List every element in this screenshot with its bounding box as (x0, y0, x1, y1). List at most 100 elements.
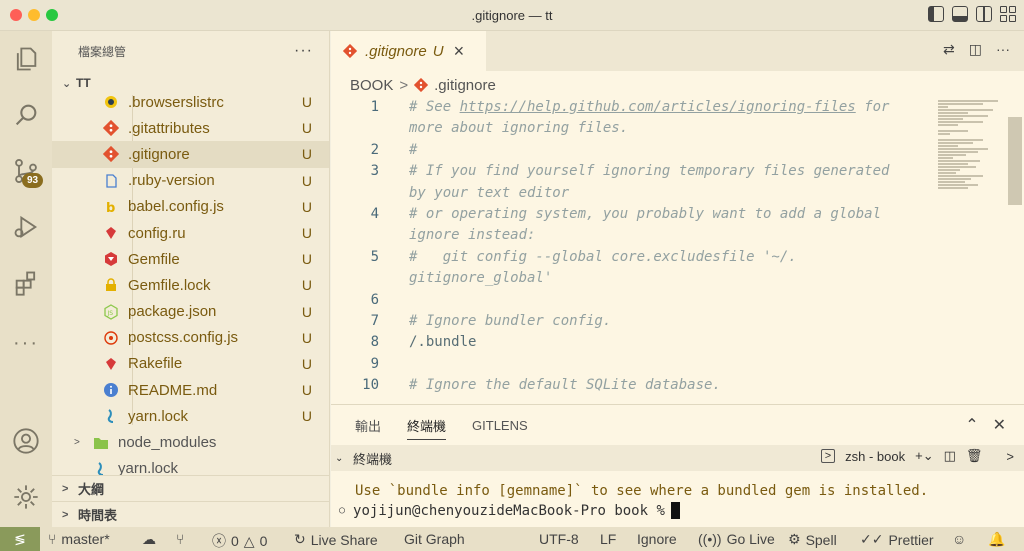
eol-button[interactable]: LF (600, 531, 616, 547)
file-item[interactable]: Gemfile U (52, 246, 329, 272)
remote-indicator-icon[interactable]: ≶ (0, 527, 40, 551)
yarn-icon (102, 407, 120, 425)
notifications-bell-icon[interactable]: 🔔 (988, 531, 1005, 548)
git-graph-button[interactable]: Git Graph (404, 531, 465, 547)
timeline-section-header[interactable]: > 時間表 (52, 501, 329, 527)
new-terminal-icon[interactable]: +⌄ (915, 448, 933, 464)
minimap-line (938, 142, 973, 144)
minimap-line (938, 178, 971, 180)
file-item[interactable]: Gemfile.lock U (52, 272, 329, 298)
sync-icon[interactable]: ☁ (142, 531, 156, 548)
encoding-button[interactable]: UTF-8 (539, 531, 579, 547)
code-text: # git config --global core.excludesfile … (409, 248, 797, 265)
git-status-badge: U (301, 355, 312, 372)
file-item[interactable]: .gitignore U (52, 141, 329, 168)
chevron-right-icon[interactable]: > (1006, 449, 1014, 464)
customize-layout-icon[interactable] (1000, 6, 1016, 22)
prettier-button[interactable]: ✓✓ Prettier (860, 531, 934, 548)
run-debug-icon[interactable] (0, 205, 52, 249)
terminal-title: 終端機 (353, 451, 393, 467)
code-text: # (409, 141, 418, 158)
chevron-down-icon[interactable]: ⌄ (335, 453, 353, 464)
file-item[interactable]: Rakefile U (52, 351, 329, 377)
file-name: .gitattributes (128, 119, 210, 137)
editor-scrollbar[interactable] (1008, 117, 1022, 205)
feedback-icon[interactable]: ☺ (952, 531, 966, 547)
file-item[interactable]: config.ru U (52, 220, 329, 246)
git-status-badge: U (301, 277, 312, 294)
git-file-icon (343, 44, 357, 58)
minimap-line (938, 115, 988, 117)
file-item[interactable]: yarn.lock U (52, 403, 329, 429)
file-name: Gemfile.lock (128, 276, 211, 294)
svg-text:JS: JS (107, 310, 114, 317)
bottom-panel: 輸出 終端機 GITLENS ⌃ ✕ ⌄ 終端機 > zsh - book +⌄ ◫… (331, 404, 1024, 527)
tab-git-status: U (432, 42, 444, 60)
toggle-secondary-sidebar-icon[interactable] (976, 6, 992, 22)
split-terminal-icon[interactable]: ◫ (944, 448, 956, 464)
tab-gitignore[interactable]: .gitignore U × (331, 31, 486, 71)
outline-section-header[interactable]: > 大綱 (52, 475, 329, 501)
toggle-sidebar-icon[interactable] (928, 6, 944, 22)
timeline-label: 時間表 (78, 508, 118, 523)
toggle-panel-icon[interactable] (952, 6, 968, 22)
file-name: yarn.lock (128, 407, 189, 425)
extensions-icon[interactable] (0, 261, 52, 305)
breadcrumb-file[interactable]: .gitignore (434, 77, 496, 94)
git-compare-icon[interactable]: ⑂ (176, 531, 184, 547)
live-share-button[interactable]: ↻ Live Share (294, 531, 378, 548)
panel-tab[interactable]: 輸出 (355, 416, 381, 435)
close-tab-icon[interactable]: × (454, 41, 465, 62)
ruby-icon (102, 355, 120, 373)
nodejs-icon: JS (102, 303, 120, 321)
terminal-shell-label[interactable]: zsh - book (845, 449, 905, 464)
breadcrumb-folder[interactable]: BOOK (350, 77, 393, 94)
file-item[interactable]: postcss.config.js U (52, 325, 329, 351)
open-changes-icon[interactable]: ⇄ (943, 41, 955, 58)
code-link[interactable]: https://help.github.com/articles/ignorin… (460, 99, 856, 115)
postcss-icon (102, 329, 120, 347)
settings-gear-icon[interactable] (0, 475, 52, 519)
minimap-line (938, 133, 950, 135)
panel-tab[interactable]: 終端機 (407, 416, 447, 440)
folder-item[interactable]: > node_modules (52, 429, 329, 455)
code-text: # If you find yourself ignoring temporar… (409, 163, 890, 180)
file-item[interactable]: .gitattributes U (52, 115, 329, 141)
breadcrumb: BOOK > .gitignore (331, 71, 1024, 99)
double-check-icon: ✓✓ (860, 531, 884, 547)
go-live-button[interactable]: ((•)) Go Live (698, 531, 775, 547)
file-item[interactable]: JS package.json U (52, 299, 329, 325)
minimap-line (938, 175, 983, 177)
workspace-name: TT (76, 76, 91, 90)
terminal-output[interactable]: Use `bundle info [gemname]` to see where… (331, 471, 1024, 531)
minimap[interactable] (938, 99, 1004, 249)
more-views-icon[interactable]: ··· (0, 321, 52, 365)
branch-indicator[interactable]: ⑂ master* (48, 531, 110, 547)
close-panel-icon[interactable]: ✕ (993, 415, 1006, 435)
file-item[interactable]: b babel.config.js U (52, 194, 329, 220)
file-item[interactable]: README.md U (52, 377, 329, 403)
language-mode-button[interactable]: Ignore (637, 531, 677, 547)
code-line: 2 # (331, 142, 1003, 163)
editor-more-icon[interactable]: ··· (996, 41, 1010, 58)
panel-tab[interactable]: GITLENS (472, 418, 528, 433)
split-editor-icon[interactable]: ◫ (969, 41, 982, 58)
kill-terminal-icon[interactable]: 🗑 (966, 448, 983, 464)
file-item[interactable]: .ruby-version U (52, 168, 329, 194)
file-item[interactable]: .browserslistrc U (52, 89, 329, 115)
line-number: 4 (370, 206, 379, 222)
git-status-badge: U (301, 198, 312, 215)
file-icon (102, 172, 120, 190)
spell-button[interactable]: ⚙ Spell (788, 531, 837, 548)
problems-indicator[interactable]: ⓧ 0 △ 0 (212, 531, 267, 551)
file-name: postcss.config.js (128, 329, 239, 347)
terminal-cursor (670, 502, 680, 519)
search-icon[interactable] (0, 93, 52, 137)
maximize-panel-icon[interactable]: ⌃ (965, 415, 978, 435)
minimap-line (938, 169, 960, 171)
accounts-icon[interactable] (0, 419, 52, 463)
explorer-more-icon[interactable]: ··· (294, 42, 313, 60)
explorer-icon[interactable] (0, 37, 52, 81)
chevron-right-icon: > (74, 437, 80, 449)
minimap-line (938, 130, 968, 132)
